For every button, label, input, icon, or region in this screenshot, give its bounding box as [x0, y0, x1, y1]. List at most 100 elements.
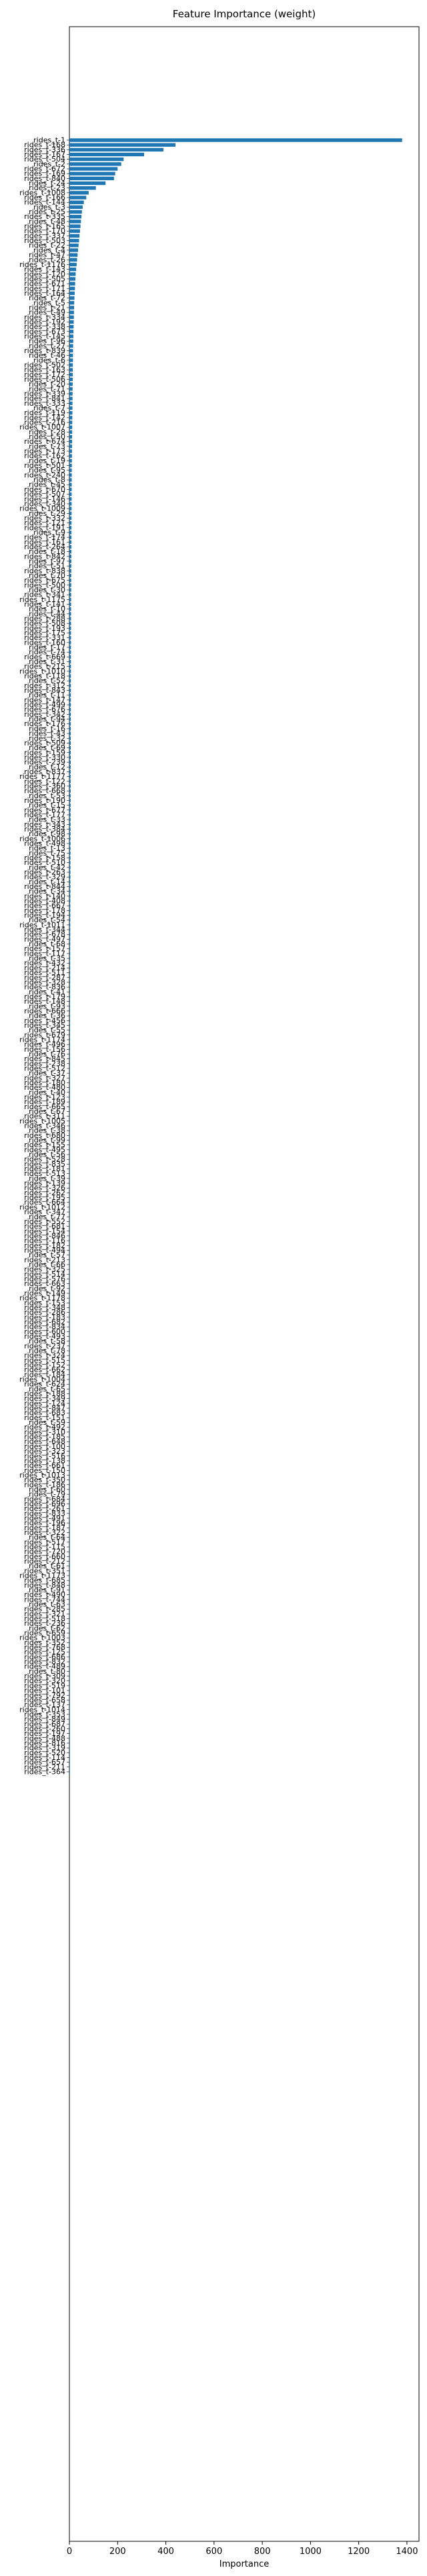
- bar-rides_t-137: [69, 1702, 70, 1707]
- bar-rides_t-27: [69, 344, 73, 348]
- y-tick-labels-group: rides_t-1rides_t-168rides_t-336rides_t-1…: [19, 136, 69, 1776]
- bar-rides_t-337: [69, 234, 80, 238]
- bar-rides_t-6: [69, 358, 73, 362]
- x-tick-label: 0: [67, 2547, 72, 2557]
- bar-rides_t-64: [69, 1535, 70, 1540]
- bar-rides_t-667: [69, 904, 71, 908]
- bar-rides_t-18: [69, 549, 71, 554]
- bar-rides_t-503: [69, 238, 79, 243]
- bar-rides_t-195: [69, 1195, 70, 1200]
- bar-rides_t-213: [69, 1258, 70, 1262]
- bar-rides_t-216: [69, 420, 73, 424]
- bar-rides_t-61: [69, 1564, 70, 1568]
- bar-rides_t-1007: [69, 425, 73, 429]
- bar-rides_t-285: [69, 1607, 70, 1611]
- bar-rides_t-150: [69, 1468, 70, 1472]
- bar-rides_t-517: [69, 1540, 70, 1544]
- bar-rides_t-502: [69, 363, 73, 367]
- bar-rides_t-696: [69, 1502, 70, 1506]
- bar-rides_t-576: [69, 1277, 70, 1281]
- x-tick-label: 1200: [348, 2547, 370, 2557]
- bar-rides_t-190: [69, 798, 71, 803]
- x-axis-ticks-group: 0 200 400 600 800 1000 1200 1400: [67, 2541, 418, 2557]
- bar-rides_t-491: [69, 1516, 70, 1520]
- bar-rides_t-515: [69, 1358, 70, 1363]
- bar-rides_t-509: [69, 741, 71, 745]
- bar-rides_t-13: [69, 846, 71, 850]
- bar-rides_t-348: [69, 1305, 70, 1310]
- bar-rides_t-504: [69, 157, 124, 162]
- bar-rides_t-325: [69, 1267, 70, 1271]
- bar-rides_t-53: [69, 793, 71, 797]
- bar-rides_t-8: [69, 478, 72, 482]
- bar-rides_t-516: [69, 1454, 70, 1458]
- bar-rides_t-327: [69, 1076, 70, 1080]
- bar-rides_t-183: [69, 1315, 70, 1319]
- bar-rides_t-312: [69, 683, 71, 688]
- bar-rides_t-149: [69, 1291, 70, 1295]
- bar-rides_t-45: [69, 482, 72, 487]
- plot-area-frame: [69, 26, 420, 2542]
- bar-rides_t-321: [69, 1612, 70, 1616]
- bar-rides_t-1176: [69, 262, 77, 267]
- bar-rides_t-351: [69, 1569, 70, 1573]
- bar-rides_t-678: [69, 932, 71, 936]
- bar-rides_t-96: [69, 339, 73, 343]
- bar-rides_t-49: [69, 310, 74, 314]
- bar-rides_t-24: [69, 181, 106, 186]
- bar-rides_t-514: [69, 1272, 70, 1276]
- bar-rides_t-660: [69, 1554, 70, 1559]
- bar-rides_t-3: [69, 205, 83, 210]
- bar-rides_t-114: [69, 1755, 70, 1760]
- bar-rides_t-262: [69, 1191, 70, 1195]
- bar-rides_t-47: [69, 253, 78, 257]
- bar-rides_t-163: [69, 368, 73, 372]
- bar-rides_t-839: [69, 348, 73, 353]
- bar-rides_t-264: [69, 545, 72, 549]
- bar-rides_t-331: [69, 635, 71, 640]
- bar-rides_t-310: [69, 1430, 70, 1434]
- bar-rides_t-326: [69, 1186, 70, 1190]
- bar-rides_t-26: [69, 258, 77, 262]
- bar-rides_t-341: [69, 593, 71, 597]
- bar-rides_t-115: [69, 1545, 70, 1549]
- bar-rides_t-352: [69, 1640, 70, 1645]
- bar-rides_t-1003: [69, 1636, 70, 1640]
- bar-rides_t-338: [69, 324, 74, 329]
- bar-rides_t-263: [69, 870, 71, 874]
- bar-rides_t-99: [69, 1138, 70, 1143]
- bar-rides_t-408: [69, 899, 71, 903]
- bar-rides_t-35: [69, 956, 71, 960]
- bar-rides_t-1178: [69, 1296, 70, 1300]
- bar-rides_t-157: [69, 947, 71, 951]
- bar-rides_t-684: [69, 1497, 70, 1501]
- x-axis-label: Importance: [220, 2559, 270, 2569]
- bar-rides_t-4: [69, 248, 79, 252]
- bar-rides_t-519: [69, 1684, 70, 1688]
- bar-rides_t-494: [69, 1248, 70, 1253]
- bar-rides_t-16: [69, 727, 71, 731]
- bar-rides_t-38: [69, 1129, 70, 1133]
- bar-rides_t-661: [69, 1464, 70, 1468]
- bar-rides_t-1175: [69, 597, 71, 602]
- bar-rides_t-350: [69, 1478, 70, 1482]
- bar-rides_t-11: [69, 693, 71, 697]
- bar-rides_t-683: [69, 1411, 70, 1415]
- bar-rides_t-666: [69, 1009, 71, 1013]
- bar-rides_t-97: [69, 559, 71, 563]
- bar-rides_t-175: [69, 631, 71, 635]
- bar-rides_t-360: [69, 784, 71, 788]
- bar-rides_t-166: [69, 196, 87, 200]
- bar-rides_t-192: [69, 320, 74, 324]
- bar-rides_t-843: [69, 688, 71, 693]
- bar-rides_t-51: [69, 564, 71, 568]
- bar-rides_t-21: [69, 306, 75, 310]
- bar-rides_t-512: [69, 1066, 70, 1070]
- bar-rides_t-48: [69, 220, 81, 224]
- bar-rides_t-1005: [69, 1119, 70, 1123]
- bar-rides_t-498: [69, 842, 71, 846]
- bar-rides_t-685: [69, 1578, 70, 1582]
- bar-rides_t-674: [69, 440, 73, 444]
- bar-rides_t-79: [69, 1492, 70, 1496]
- bar-rides_t-1: [69, 138, 402, 142]
